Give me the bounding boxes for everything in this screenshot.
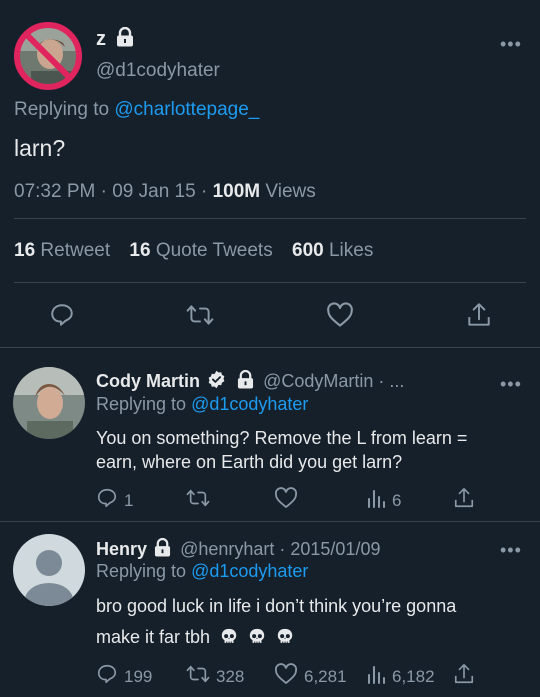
retweet-icon[interactable] (186, 302, 214, 328)
views-count: 6 (392, 490, 402, 510)
tweet-meta: 07:32 PM · 09 Jan 15 · 100M Views (14, 181, 316, 203)
retweets-stat[interactable]: 16 Retweet (14, 240, 110, 261)
tweet-date[interactable]: 09 Jan 15 (112, 181, 195, 202)
more-options-button[interactable]: ••• (500, 540, 522, 561)
reply-text-line: bro good luck in life i don’t think you’… (96, 596, 457, 616)
share-icon[interactable] (466, 301, 492, 329)
views-icon (366, 487, 386, 514)
replying-to-link[interactable]: @charlottepage_ (114, 99, 259, 120)
replying-prefix: Replying to (96, 561, 187, 581)
retweet-icon (186, 487, 210, 514)
share-icon[interactable] (453, 486, 475, 510)
replying-to: Replying to @d1codyhater (96, 561, 308, 582)
like-icon (274, 487, 298, 514)
reply-icon (96, 487, 118, 514)
display-name[interactable]: z (96, 26, 134, 53)
replying-to-link[interactable]: @d1codyhater (191, 394, 308, 414)
replying-to: Replying to @d1codyhater (96, 394, 308, 415)
reply-text-line-2: make it far tbh (96, 622, 456, 656)
avatar[interactable] (13, 367, 85, 439)
like-count: 6,281 (304, 666, 347, 686)
more-options-button[interactable]: ••• (500, 374, 522, 395)
lock-icon (116, 26, 134, 53)
skull-emoji-icon (276, 625, 294, 656)
tweet-time[interactable]: 07:32 PM (14, 181, 95, 202)
skull-emoji-icon (248, 625, 266, 656)
views-icon (366, 663, 386, 690)
handle[interactable]: @henryhart · 2015/01/09 (180, 539, 380, 559)
more-options-button[interactable]: ••• (500, 34, 522, 55)
views-label: Views (265, 181, 316, 202)
retweet-action[interactable]: 328 (186, 663, 244, 690)
replying-prefix: Replying to (14, 99, 110, 120)
quotes-stat[interactable]: 16 Quote Tweets (129, 240, 272, 261)
views-action[interactable]: 6,182 (366, 663, 435, 690)
quotes-count: 16 (129, 240, 151, 261)
reply-text-line: You on something? Remove the L from lear… (96, 428, 468, 448)
like-icon[interactable] (326, 302, 354, 328)
replying-to: Replying to @charlottepage_ (14, 99, 259, 121)
separator: · (100, 181, 107, 202)
like-icon (274, 663, 298, 690)
lock-icon (237, 369, 254, 394)
like-action[interactable] (274, 487, 304, 514)
views-count: 6,182 (392, 666, 435, 686)
skull-emoji-icon (220, 625, 238, 656)
display-name[interactable]: Cody Martin (96, 371, 200, 391)
reply-action[interactable]: 1 (96, 487, 133, 514)
reply-text-line: make it far tbh (96, 627, 211, 647)
reply-action[interactable]: 199 (96, 663, 152, 690)
replying-prefix: Replying to (96, 394, 187, 414)
reply-count: 199 (124, 666, 153, 686)
lock-icon (154, 537, 171, 562)
reply-icon (96, 663, 118, 690)
retweets-count: 16 (14, 240, 36, 261)
tweet-text: larn? (14, 135, 66, 161)
retweets-label: Retweet (40, 240, 111, 261)
quotes-label: Quote Tweets (155, 240, 273, 261)
avatar[interactable] (13, 534, 85, 606)
reply-text: You on something? Remove the L from lear… (96, 426, 467, 474)
reply-text: bro good luck in life i don’t think you’… (96, 591, 456, 656)
like-action[interactable]: 6,281 (274, 663, 347, 690)
likes-label: Likes (328, 240, 374, 261)
separator: · (200, 181, 208, 202)
reply-text-line: earn, where on Earth did you get larn? (96, 452, 403, 472)
verified-badge-icon (207, 370, 226, 394)
avatar[interactable] (13, 21, 83, 91)
tweet-stats: 16 Retweet 16 Quote Tweets 600 Likes (14, 240, 373, 262)
retweet-count: 328 (216, 666, 245, 686)
handle[interactable]: @d1codyhater (96, 60, 220, 82)
likes-count: 600 (292, 240, 324, 261)
share-icon[interactable] (453, 662, 475, 686)
handle[interactable]: @CodyMartin · ... (263, 371, 404, 391)
reply-count: 1 (124, 490, 134, 510)
views-action[interactable]: 6 (366, 487, 401, 514)
views-count: 100M (212, 181, 261, 202)
replying-to-link[interactable]: @d1codyhater (191, 561, 308, 581)
retweet-icon (186, 663, 210, 690)
reply-icon[interactable] (49, 302, 75, 328)
display-name-text[interactable]: z (96, 28, 106, 50)
likes-stat[interactable]: 600 Likes (292, 240, 373, 261)
retweet-action[interactable] (186, 487, 216, 514)
display-name[interactable]: Henry (96, 539, 147, 559)
